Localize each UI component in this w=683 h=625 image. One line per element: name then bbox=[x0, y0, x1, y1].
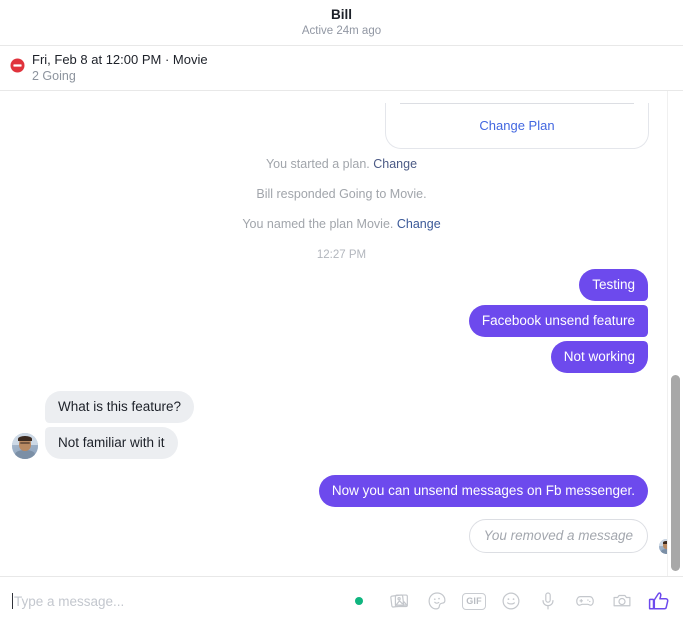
message-bubble-outgoing[interactable]: Facebook unsend feature bbox=[468, 305, 648, 337]
scrollbar-thumb[interactable] bbox=[671, 375, 680, 571]
message-row: Testing bbox=[10, 269, 673, 301]
gif-icon[interactable]: GIF bbox=[462, 589, 486, 613]
sticker-icon[interactable] bbox=[425, 589, 449, 613]
thumbs-up-icon[interactable] bbox=[647, 589, 671, 613]
system-message: You started a plan. Change bbox=[10, 149, 673, 179]
avatar-photo bbox=[12, 433, 38, 459]
page-title: Bill bbox=[330, 6, 352, 22]
plan-card: Change Plan bbox=[385, 103, 649, 149]
avatar[interactable] bbox=[12, 433, 38, 459]
message-row: Now you can unsend messages on Fb messen… bbox=[10, 475, 673, 507]
thread-scrollbar[interactable] bbox=[667, 91, 683, 576]
system-message-text: Bill responded Going to Movie. bbox=[256, 187, 427, 201]
change-link[interactable]: Change bbox=[373, 157, 417, 171]
message-timestamp: 12:27 PM bbox=[316, 249, 367, 261]
message-bubble-incoming[interactable]: What is this feature? bbox=[45, 391, 195, 423]
message-bubble-incoming[interactable]: Not familiar with it bbox=[45, 427, 178, 459]
system-message-text: You started a plan. bbox=[265, 157, 374, 171]
emoji-icon[interactable] bbox=[499, 589, 523, 613]
active-status: Active 24m ago bbox=[301, 24, 382, 37]
messenger-window: Bill Active 24m ago Fri, Feb 8 at 12:00 … bbox=[0, 0, 683, 625]
message-bubble-outgoing[interactable]: Testing bbox=[579, 269, 648, 301]
message-bubble-outgoing[interactable]: Not working bbox=[550, 341, 648, 373]
active-status-dot bbox=[355, 597, 363, 605]
camera-icon[interactable] bbox=[610, 589, 634, 613]
change-plan-button[interactable]: Change Plan bbox=[386, 104, 648, 146]
message-row: Facebook unsend feature bbox=[10, 305, 673, 337]
event-circle-icon bbox=[10, 58, 25, 73]
system-message: You named the plan Movie. Change bbox=[10, 209, 673, 239]
change-link[interactable]: Change bbox=[397, 217, 441, 231]
message-input[interactable] bbox=[14, 593, 314, 609]
composer-icon-row: GIF bbox=[355, 589, 673, 613]
gamepad-icon[interactable] bbox=[573, 589, 597, 613]
message-bubble-outgoing[interactable]: Now you can unsend messages on Fb messen… bbox=[318, 475, 648, 507]
removed-message-bubble[interactable]: You removed a message bbox=[468, 519, 648, 553]
message-row: Not familiar with it bbox=[10, 427, 673, 459]
message-composer: GIF bbox=[0, 576, 683, 625]
message-row: You removed a message bbox=[10, 519, 673, 553]
event-text: Fri, Feb 8 at 12:00 PM · Movie 2 Going bbox=[32, 51, 208, 85]
event-banner[interactable]: Fri, Feb 8 at 12:00 PM · Movie 2 Going bbox=[0, 46, 683, 91]
system-message: Bill responded Going to Movie. bbox=[10, 179, 673, 209]
event-title: Fri, Feb 8 at 12:00 PM · Movie bbox=[32, 52, 208, 67]
composer-input-wrap bbox=[12, 577, 355, 625]
text-caret bbox=[12, 593, 13, 609]
message-thread: Change Plan You started a plan. Change B… bbox=[0, 91, 683, 576]
gif-label: GIF bbox=[462, 592, 486, 610]
microphone-icon[interactable] bbox=[536, 589, 560, 613]
photo-icon[interactable] bbox=[388, 589, 412, 613]
chat-header: Bill Active 24m ago bbox=[0, 0, 683, 46]
message-row: Not working bbox=[10, 341, 673, 373]
message-row: What is this feature? bbox=[10, 391, 673, 423]
event-going-count: 2 Going bbox=[32, 69, 76, 83]
system-message-text: You named the plan Movie. bbox=[242, 217, 397, 231]
